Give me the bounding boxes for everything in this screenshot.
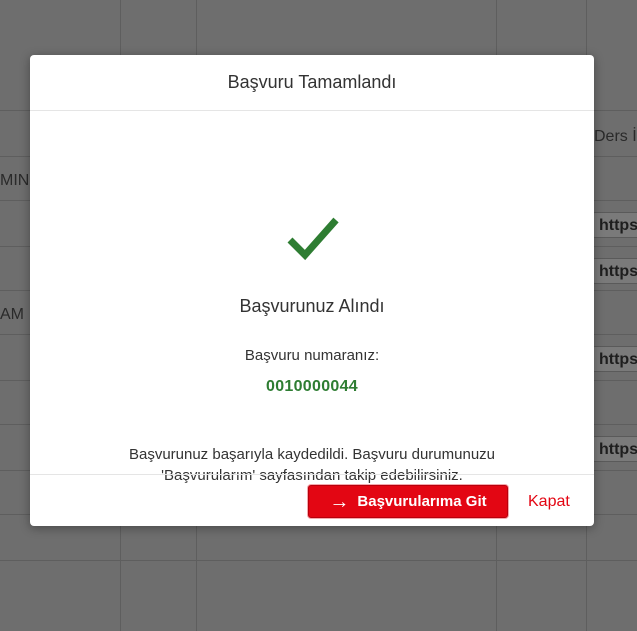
column-header: Ders İ [594, 128, 637, 145]
link-cell[interactable]: https [592, 212, 637, 238]
application-complete-dialog: Başvuru Tamamlandı Başvurunuz Alındı Baş… [30, 55, 594, 526]
dialog-footer: → Başvurularıma Git Kapat [30, 474, 594, 527]
close-button[interactable]: Kapat [528, 493, 570, 511]
row-label: MIN [0, 172, 30, 189]
link-cell[interactable]: https [592, 346, 637, 372]
application-number-value: 0010000044 [266, 378, 358, 395]
message-line-1: Başvurunuz başarıyla kaydedildi. Başvuru… [128, 446, 496, 463]
go-to-applications-button[interactable]: → Başvurularıma Git [308, 485, 508, 518]
application-received-text: Başvurunuz Alındı [239, 296, 385, 316]
dialog-title: Başvuru Tamamlandı [227, 72, 397, 92]
check-icon [285, 211, 341, 267]
dialog-body: Başvurunuz Alındı Başvuru numaranız: 001… [30, 111, 594, 484]
dialog-header: Başvuru Tamamlandı [30, 55, 594, 111]
row-label: AM [0, 306, 24, 323]
go-to-applications-label: Başvurularıma Git [357, 493, 487, 510]
application-number-label: Başvuru numaranız: [244, 347, 380, 364]
link-cell[interactable]: https [592, 436, 637, 462]
arrow-right-icon: → [329, 490, 350, 513]
grid-line [0, 560, 637, 561]
link-cell[interactable]: https [592, 258, 637, 284]
